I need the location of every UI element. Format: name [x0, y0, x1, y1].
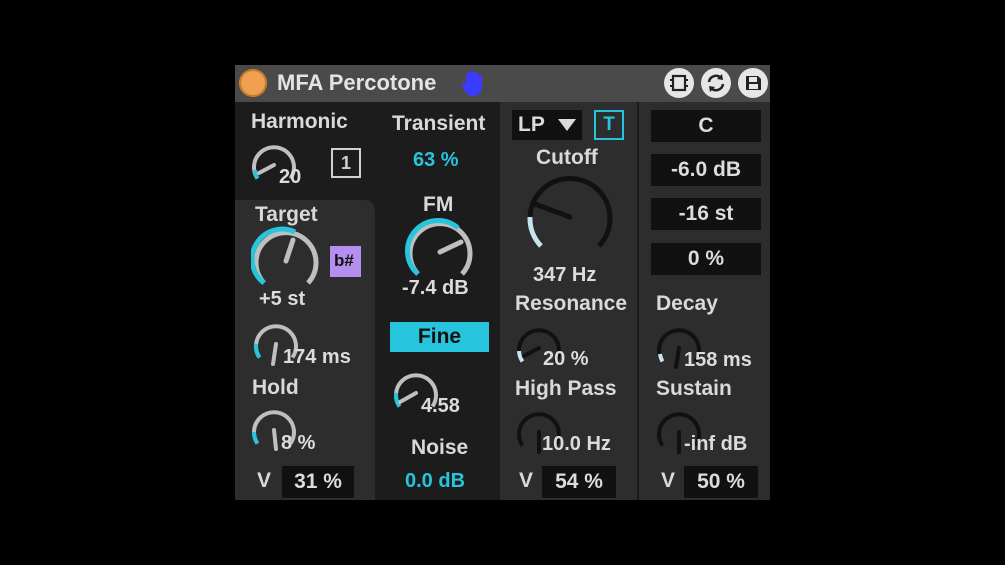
- hold-label: Hold: [252, 376, 299, 399]
- transient-value[interactable]: 63 %: [413, 149, 459, 172]
- transient-label: Transient: [392, 112, 486, 135]
- sustain-value: -inf dB: [684, 433, 748, 455]
- t-toggle[interactable]: T: [594, 110, 624, 140]
- hold-value: 8 %: [281, 432, 316, 454]
- cutoff-label: Cutoff: [536, 146, 598, 169]
- harmonic-panel: Harmonic 20 1 Target b# +5 st 174 ms Hol…: [235, 102, 375, 500]
- sustain-label: Sustain: [656, 377, 732, 400]
- resonance-label: Resonance: [515, 292, 628, 315]
- fm-label: FM: [423, 193, 454, 216]
- velocity-left-field[interactable]: 31 %: [282, 466, 354, 498]
- velocity-right-field[interactable]: 50 %: [684, 466, 758, 498]
- chevron-down-icon: [558, 119, 576, 131]
- flat-sharp-button[interactable]: b#: [330, 246, 361, 277]
- hand-icon: [461, 71, 482, 96]
- noise-label: Noise: [411, 436, 469, 459]
- target-value: +5 st: [259, 288, 306, 310]
- highpass-value: 10.0 Hz: [542, 433, 611, 455]
- harmonic-label: Harmonic: [251, 110, 348, 133]
- transient-panel: Transient 63 % FM -7.4 dB Fine 4.58 Nois…: [375, 102, 500, 500]
- decay-value: 158 ms: [684, 349, 752, 371]
- resonance-value: 20 %: [543, 348, 589, 370]
- velocity-filter-field[interactable]: 54 %: [542, 466, 616, 498]
- fine-value: 4.58: [421, 395, 460, 417]
- cutoff-value: 347 Hz: [533, 264, 597, 286]
- save-icon[interactable]: [738, 68, 768, 98]
- harmonic-toggle[interactable]: 1: [331, 148, 361, 178]
- gain-field[interactable]: -6.0 dB: [651, 154, 761, 186]
- highpass-label: High Pass: [515, 377, 617, 400]
- refresh-icon[interactable]: [701, 68, 731, 98]
- velocity-left-label: V: [257, 469, 272, 492]
- velocity-filter-label: V: [519, 469, 534, 492]
- decay-left-value: 174 ms: [283, 346, 351, 368]
- cutoff-knob[interactable]: [525, 172, 615, 262]
- target-knob[interactable]: [251, 226, 321, 296]
- note-field[interactable]: C: [651, 110, 761, 142]
- velocity-right-label: V: [661, 469, 676, 492]
- fine-button[interactable]: Fine: [390, 322, 489, 352]
- title-bar: MFA Percotone: [235, 65, 770, 102]
- device-panel: MFA Percotone Harmonic 20 1 Target b# +5…: [235, 65, 770, 500]
- power-icon[interactable]: [239, 69, 267, 97]
- fm-value: -7.4 dB: [402, 277, 469, 299]
- envelope-panel: C -6.0 dB -16 st 0 % Decay 158 ms Sustai…: [639, 102, 770, 500]
- transpose-field[interactable]: -16 st: [651, 198, 761, 230]
- target-label: Target: [255, 203, 318, 226]
- filter-type-select[interactable]: LP: [512, 110, 582, 140]
- harmonic-value: 20: [279, 166, 302, 188]
- decay-label: Decay: [656, 292, 718, 315]
- device-title: MFA Percotone: [277, 70, 437, 95]
- amount-field[interactable]: 0 %: [651, 243, 761, 275]
- filter-panel: LP T Cutoff 347 Hz Resonance 20 % High P…: [500, 102, 637, 500]
- noise-value[interactable]: 0.0 dB: [405, 470, 465, 493]
- chip-icon[interactable]: [664, 68, 694, 98]
